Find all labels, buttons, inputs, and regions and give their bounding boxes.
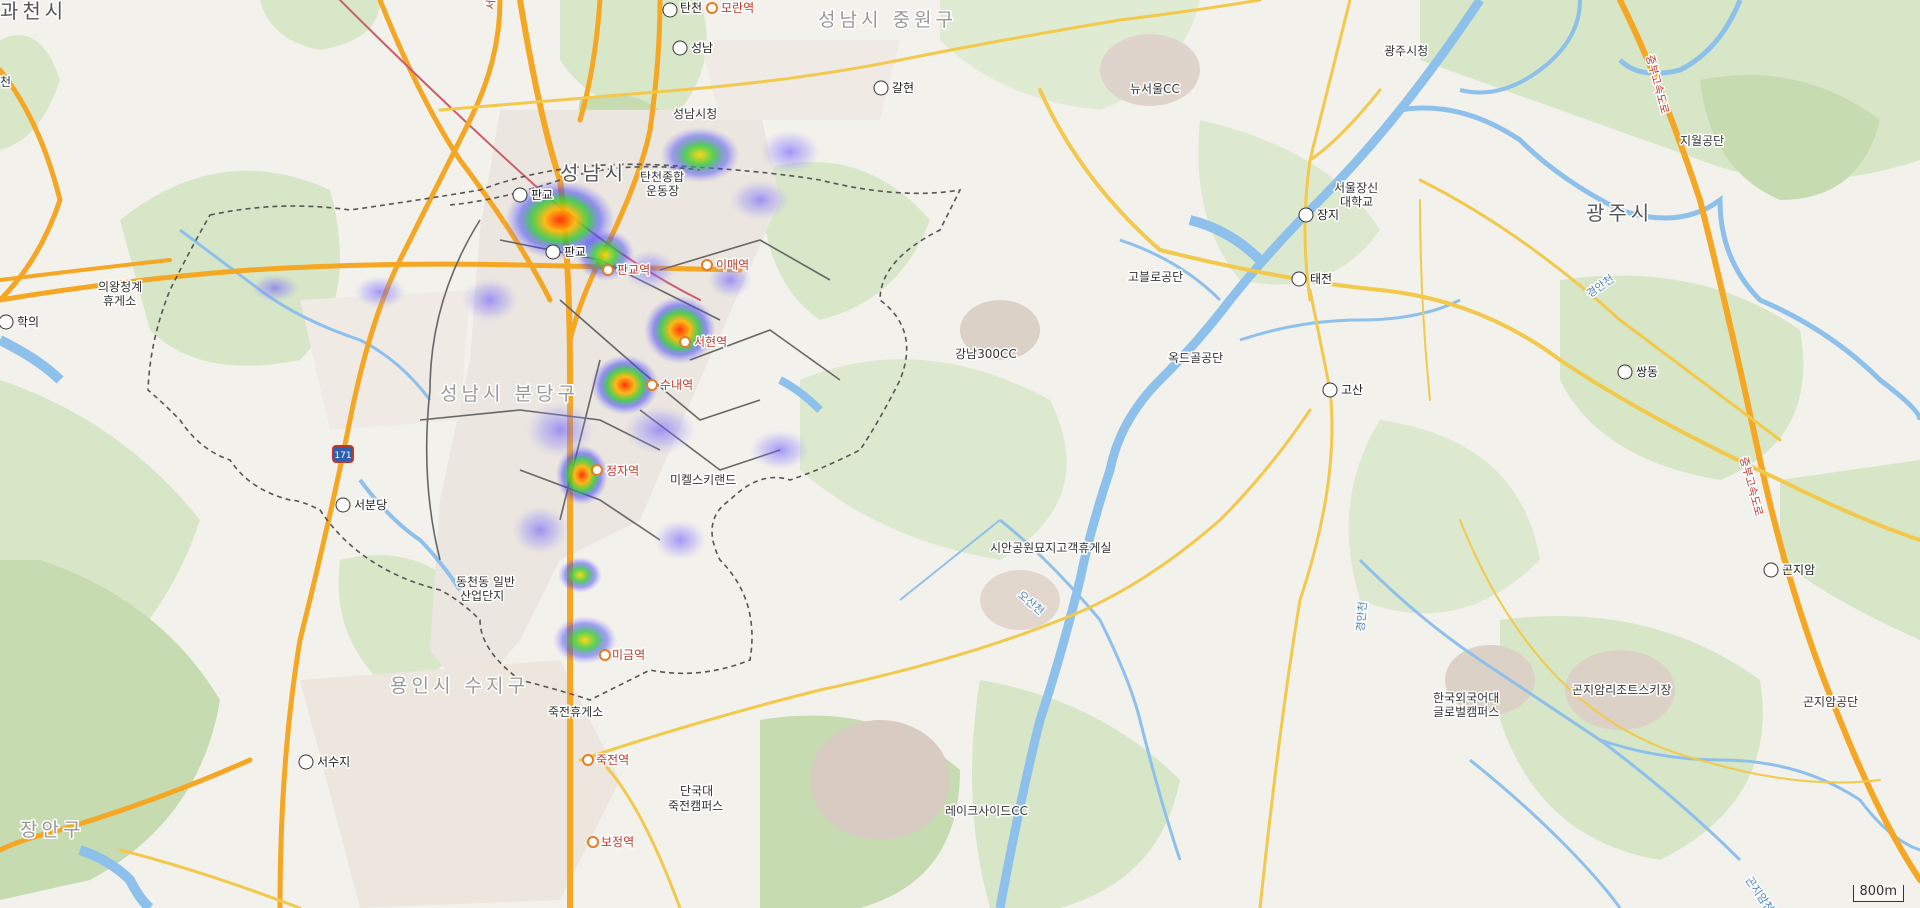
poi-label-gwacheon-frag: 천: [0, 74, 11, 89]
ic-icon: [335, 497, 351, 513]
district-label-suji: 용인시 수지구: [390, 675, 529, 697]
highway-shield-label: 171: [334, 451, 351, 461]
station-label-migeum: 미금역: [612, 648, 645, 662]
heat-blob: [624, 406, 696, 454]
station-icon: [599, 649, 611, 661]
station-icon: [602, 264, 614, 276]
poi-label-jigwol: 지월공단: [1680, 134, 1724, 148]
poi-label-hufs: 한국외국어대: [1433, 691, 1499, 705]
ic-label-hagui: 학의: [17, 315, 39, 329]
station-label-pangyo: 판교역: [617, 263, 650, 277]
city-label-gwacheon: 과천시: [0, 0, 67, 23]
ic-icon: [298, 754, 314, 770]
city-label-seongnam: 성남시: [560, 161, 627, 185]
heat-blob: [251, 274, 299, 302]
station-icon: [587, 836, 599, 848]
heat-blob: [654, 520, 706, 560]
poi-label-lakeside: 레이크사이드CC: [945, 804, 1028, 818]
station-icon: [701, 259, 713, 271]
poi-label-sian: 시안공원묘지고객휴게실: [990, 541, 1111, 555]
ic-label-gonjiam: 곤지암: [1782, 563, 1815, 577]
station-icon: [582, 754, 594, 766]
poi-label-tancheon-2: 운동장: [646, 184, 679, 198]
highway-shield-171: 171: [332, 445, 354, 463]
heat-blob: [512, 506, 568, 554]
ic-icon: [1322, 382, 1338, 398]
poi-label-gwangju-cityhall: 광주시청: [1384, 44, 1428, 58]
ic-label-gosan: 고산: [1341, 383, 1363, 397]
heat-blob: [760, 130, 820, 174]
ic-icon: [1617, 364, 1633, 380]
ic-icon: [1763, 562, 1779, 578]
heat-blob: [558, 557, 602, 593]
heat-blob: [644, 296, 716, 364]
river-label-gyeongan: 경안천: [1353, 601, 1370, 632]
ic-icon: [1298, 207, 1314, 223]
poi-label-gonjiam-ind: 곤지암공단: [1803, 695, 1858, 709]
ic-label-pangyo-2: 판교: [564, 245, 586, 259]
ic-label-tancheon: 탄천: [680, 0, 702, 15]
ic-label-seongnam: 성남: [691, 41, 713, 55]
poi-label-jukjeon-rest: 죽전휴게소: [548, 705, 603, 719]
ic-icon: [873, 80, 889, 96]
poi-label-seoul-jangsin-2: 대학교: [1340, 195, 1373, 209]
poi-label-okdeulgol: 옥드골공단: [1168, 351, 1223, 365]
poi-label-new-seoul-cc: 뉴서울CC: [1130, 82, 1180, 96]
ic-icon: [672, 40, 688, 56]
ic-label-seobundang: 서분당: [354, 498, 387, 512]
ic-icon: [0, 314, 14, 330]
district-label-bundang: 성남시 분당구: [440, 383, 579, 405]
poi-label-gobulro: 고블로공단: [1128, 270, 1183, 284]
heat-blob: [750, 430, 810, 470]
poi-label-uiwang: 의왕청계: [98, 280, 142, 294]
district-label-jangan: 장안구: [20, 819, 84, 841]
ic-label-pangyo-1: 판교: [531, 188, 553, 202]
station-label-bojeong: 보정역: [601, 835, 634, 849]
ic-label-jangji: 장지: [1317, 208, 1339, 222]
station-label-sunae: 수내역: [660, 378, 693, 392]
station-icon: [646, 379, 658, 391]
city-label-gwangju: 광주시: [1586, 201, 1653, 225]
station-label-seohyeon: 서현역: [694, 335, 727, 349]
poi-label-gonjiam-resort: 곤지암리조트스키장: [1572, 683, 1671, 697]
station-label-jukjeon: 죽전역: [596, 753, 629, 767]
ic-icon: [545, 244, 561, 260]
poi-label-hufs-2: 글로벌캠퍼스: [1433, 705, 1499, 719]
poi-label-tancheon: 탄천종합: [640, 169, 684, 184]
heat-blob: [730, 180, 790, 220]
district-label-jungwon: 성남시 중원구: [818, 9, 957, 31]
ic-icon: [662, 2, 678, 18]
ic-label-galhyeon: 갈현: [892, 81, 914, 95]
poi-label-dongcheon-2: 산업단지: [460, 589, 504, 603]
station-icon: [679, 336, 691, 348]
poi-label-uiwang-2: 휴게소: [103, 294, 136, 308]
ic-label-ssangdong: 쌍동: [1636, 365, 1658, 379]
station-label-imae: 이매역: [716, 258, 749, 272]
station-label-jeongja: 정자역: [606, 464, 639, 478]
map-canvas[interactable]: 171 과천시 천 성남시 중원구 성남시 성남시 분당구 용인시 수지구 장안…: [0, 0, 1920, 908]
ic-icon: [1291, 271, 1307, 287]
poi-label-dankook-2: 죽전캠퍼스: [668, 799, 723, 813]
poi-label-magic: 미켈스키랜드: [670, 473, 736, 487]
poi-label-cityhall: 성남시청: [673, 107, 717, 121]
poi-label-seoul-jangsin: 서울장신: [1334, 181, 1378, 195]
heat-blob: [354, 276, 406, 308]
station-icon: [706, 2, 718, 14]
heat-blob: [462, 278, 518, 322]
station-icon: [591, 464, 603, 476]
ic-icon: [512, 187, 528, 203]
ic-label-taejeon: 태전: [1310, 272, 1332, 286]
poi-label-dongcheon: 동천동 일반: [456, 574, 515, 589]
station-label-moran: 모란역: [721, 1, 754, 15]
terrain-layer: [0, 0, 1920, 908]
ic-label-seosuji: 서수지: [317, 755, 350, 769]
poi-label-gangnam300: 강남300CC: [955, 347, 1017, 361]
heat-blob: [526, 402, 594, 458]
scale-bar: 800m: [1852, 885, 1904, 902]
poi-label-dankook: 단국대: [680, 784, 713, 798]
